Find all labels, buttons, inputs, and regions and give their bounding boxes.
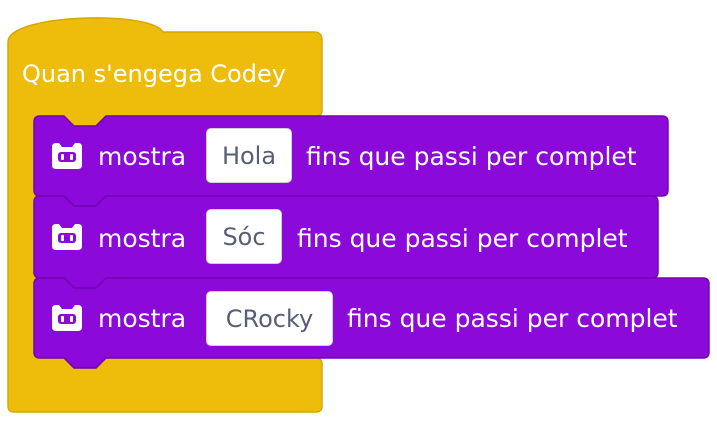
script-canvas: Quan s'engega Codey mostra Hola fins que… — [0, 0, 717, 422]
show-block-2-text-value: Sóc — [222, 222, 266, 251]
show-block-3-text-field[interactable]: CRocky — [206, 291, 333, 346]
show-block-1-text-value: Hola — [221, 141, 277, 170]
show-block-2-suffix: fins que passi per complet — [297, 224, 628, 253]
show-block-3-suffix: fins que passi per complet — [347, 304, 678, 333]
codey-robot-icon — [52, 224, 82, 250]
show-block-2-text-field[interactable]: Sóc — [206, 209, 282, 264]
show-block-1-verb: mostra — [98, 142, 187, 171]
show-block-1-suffix: fins que passi per complet — [306, 142, 637, 171]
show-block-3-text-value: CRocky — [225, 304, 314, 333]
show-block-3-verb: mostra — [98, 304, 187, 333]
codey-robot-icon — [52, 305, 82, 331]
event-block-label: Quan s'engega Codey — [22, 60, 286, 88]
show-block-2-verb: mostra — [98, 224, 187, 253]
codey-robot-icon — [52, 143, 82, 169]
show-block-1-text-field[interactable]: Hola — [206, 128, 292, 183]
